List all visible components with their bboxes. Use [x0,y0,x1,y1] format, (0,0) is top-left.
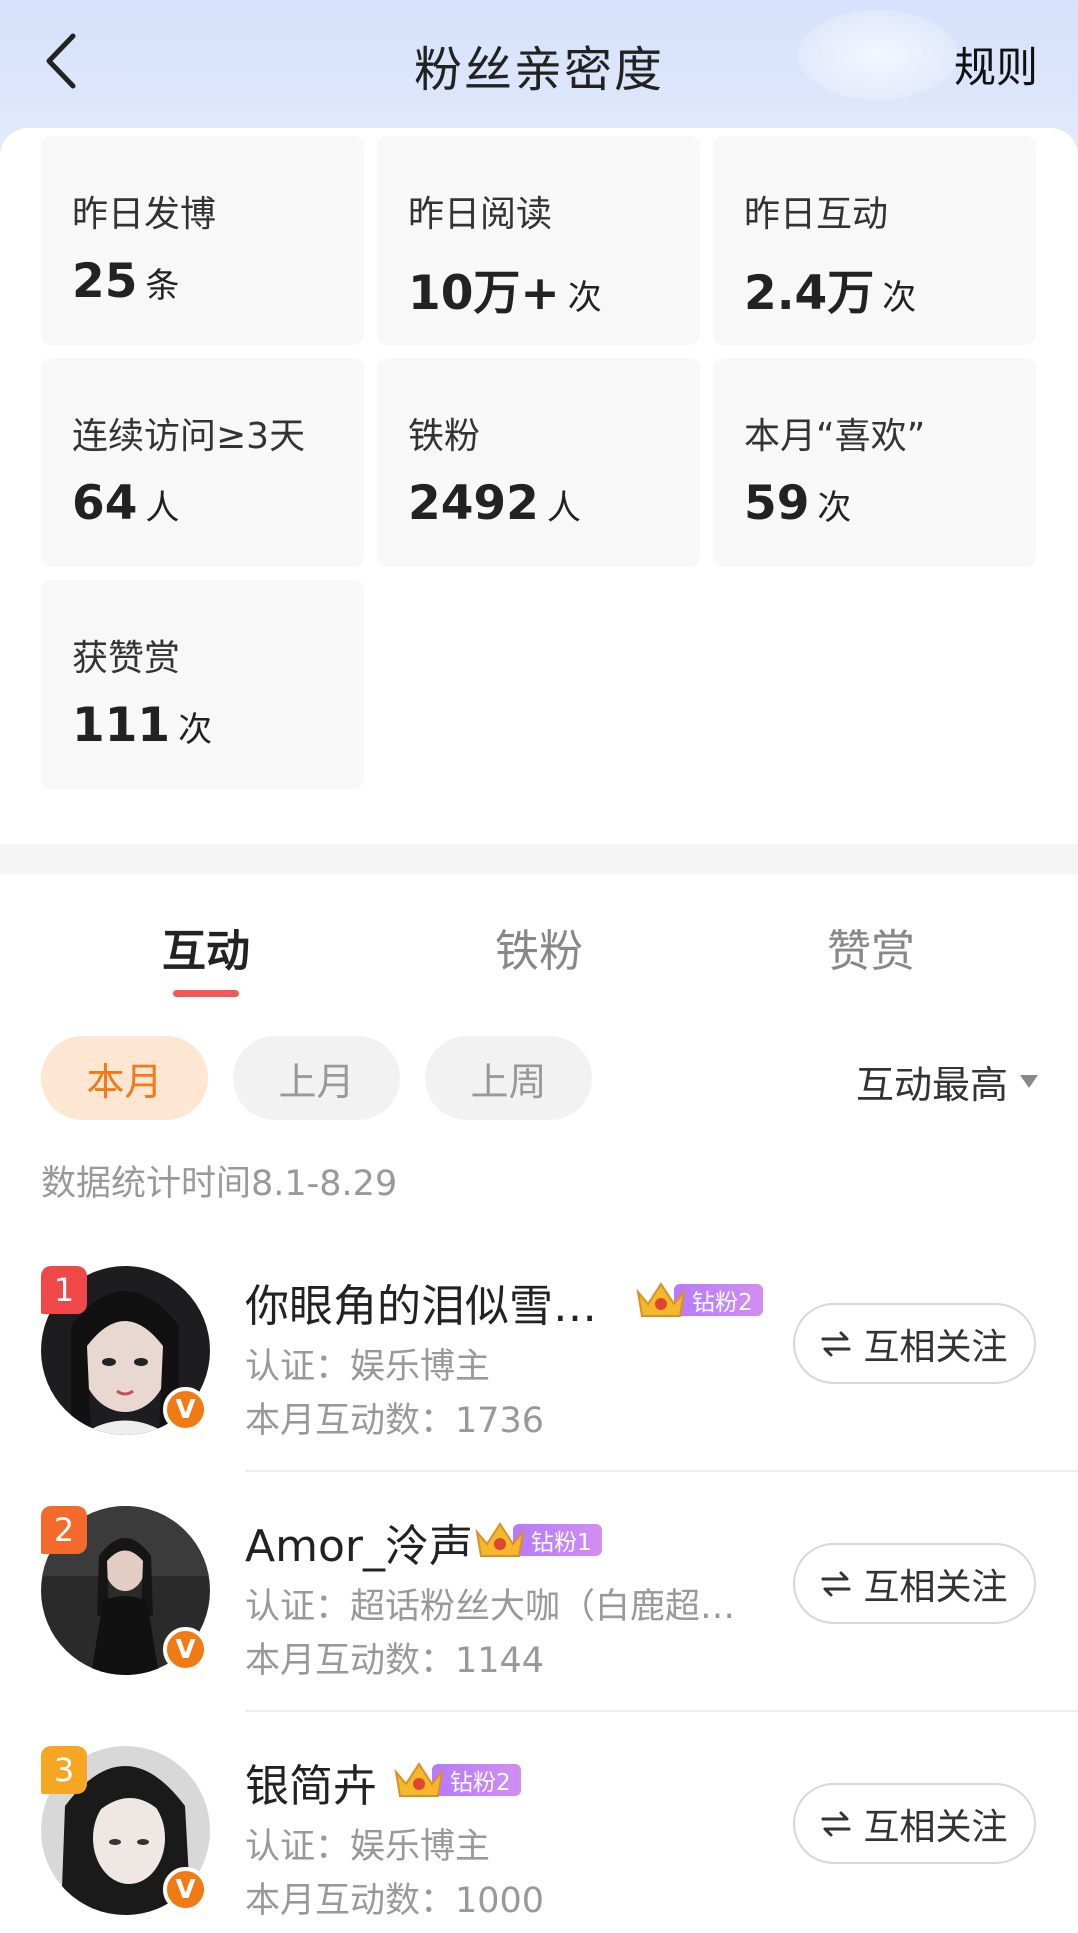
interaction-count: 本月互动数：1144 [245,1641,545,1681]
certification-text: 认证：娱乐博主 [245,1347,491,1387]
tab-iron-fans[interactable]: 铁粉 [439,915,639,979]
crown-icon [636,1282,686,1317]
page-title: 粉丝亲密度 [413,42,664,98]
sort-dropdown[interactable]: 互动最高 [856,1054,1038,1109]
crown-icon [475,1522,525,1557]
verified-badge-icon: V [163,1867,208,1912]
stat-label: 获赞赏 [72,638,181,679]
filter-last-week[interactable]: 上周 [425,1036,592,1120]
sort-label: 互动最高 [855,1063,1008,1107]
mutual-follow-button[interactable]: 互相关注 [793,1543,1036,1624]
tab-interaction[interactable]: 互动 [106,915,306,979]
rank-badge: 1 [41,1266,87,1314]
certification-text: 认证：超话粉丝大咖（白鹿超… [245,1587,736,1627]
interaction-count: 本月互动数：1000 [245,1881,545,1921]
fan-level-badge: 钻粉1 [473,1520,602,1560]
fan-level-badge: 钻粉2 [392,1760,521,1800]
stat-value: 2.4万次 [744,266,917,321]
rank-badge: 2 [41,1506,87,1554]
stat-card-iron-fans[interactable]: 铁粉 2492 人 [377,358,700,567]
stat-value: 2492 人 [408,476,581,531]
stat-card-posts[interactable]: 昨日发博 25 条 [41,136,364,345]
header: 粉丝亲密度 规则 [0,0,1078,128]
stat-label: 昨日互动 [744,194,889,235]
rules-link[interactable]: 规则 [954,34,1038,95]
rank-badge: 3 [41,1746,87,1794]
stat-label: 铁粉 [408,416,481,457]
certification-text: 认证：娱乐博主 [245,1827,491,1867]
stat-card-visits[interactable]: 连续访问≥3天 64 人 [41,358,364,567]
stat-value: 64 人 [72,476,180,531]
section-divider [0,844,1078,874]
stat-value: 59 次 [744,476,852,531]
filter-last-month[interactable]: 上月 [233,1036,400,1120]
verified-badge-icon: V [163,1627,208,1672]
user-name[interactable]: 银简卉 [245,1750,377,1814]
stat-card-rewards[interactable]: 获赞赏 111 次 [41,580,364,789]
list-item[interactable]: 2 V Amor_泠声 钻粉1 认证：超话粉丝大咖（白鹿超… 本月互动数：114… [0,1472,1078,1712]
tab-active-indicator [173,990,239,997]
stat-label: 昨日发博 [72,194,217,235]
stat-label: 本月“喜欢” [744,416,926,457]
list-item[interactable]: 3 V 银简卉 钻粉2 认证：娱乐博主 本月互动数：1000 互相关注 [0,1712,1078,1933]
fan-level-badge: 钻粉2 [634,1280,763,1320]
interaction-count: 本月互动数：1736 [245,1401,545,1441]
mutual-follow-button[interactable]: 互相关注 [793,1783,1036,1864]
stat-label: 连续访问≥3天 [72,416,306,457]
stat-value: 25 条 [72,254,180,309]
crown-icon [394,1762,444,1797]
stat-card-likes[interactable]: 本月“喜欢” 59 次 [713,358,1036,567]
stat-card-reads[interactable]: 昨日阅读 10万+ 次 [377,136,700,345]
mutual-arrows-icon [821,1571,851,1597]
stat-label: 昨日阅读 [408,194,553,235]
user-name[interactable]: 你眼角的泪似雪… [245,1270,597,1334]
list-item[interactable]: 1 V 你眼角的泪似雪… 钻粉2 认证：娱乐博主 本月互动数：1736 互相关注 [0,1232,1078,1472]
caret-down-icon [1020,1075,1038,1088]
stats-panel: 昨日发博 25 条 昨日阅读 10万+ 次 昨日互动 2.4万次 连续访问≥3天 6… [0,128,1078,844]
stat-value: 10万+ 次 [408,266,602,321]
user-name[interactable]: Amor_泠声 [245,1510,473,1574]
mutual-follow-button[interactable]: 互相关注 [793,1303,1036,1384]
stat-period: 数据统计时间8.1-8.29 [41,1164,398,1204]
stat-card-interactions[interactable]: 昨日互动 2.4万次 [713,136,1036,345]
verified-badge-icon: V [163,1387,208,1432]
mutual-arrows-icon [821,1811,851,1837]
mutual-arrows-icon [821,1331,851,1357]
stat-value: 111 次 [72,698,213,753]
tab-rewards[interactable]: 赞赏 [771,915,971,979]
filter-this-month[interactable]: 本月 [41,1036,208,1120]
